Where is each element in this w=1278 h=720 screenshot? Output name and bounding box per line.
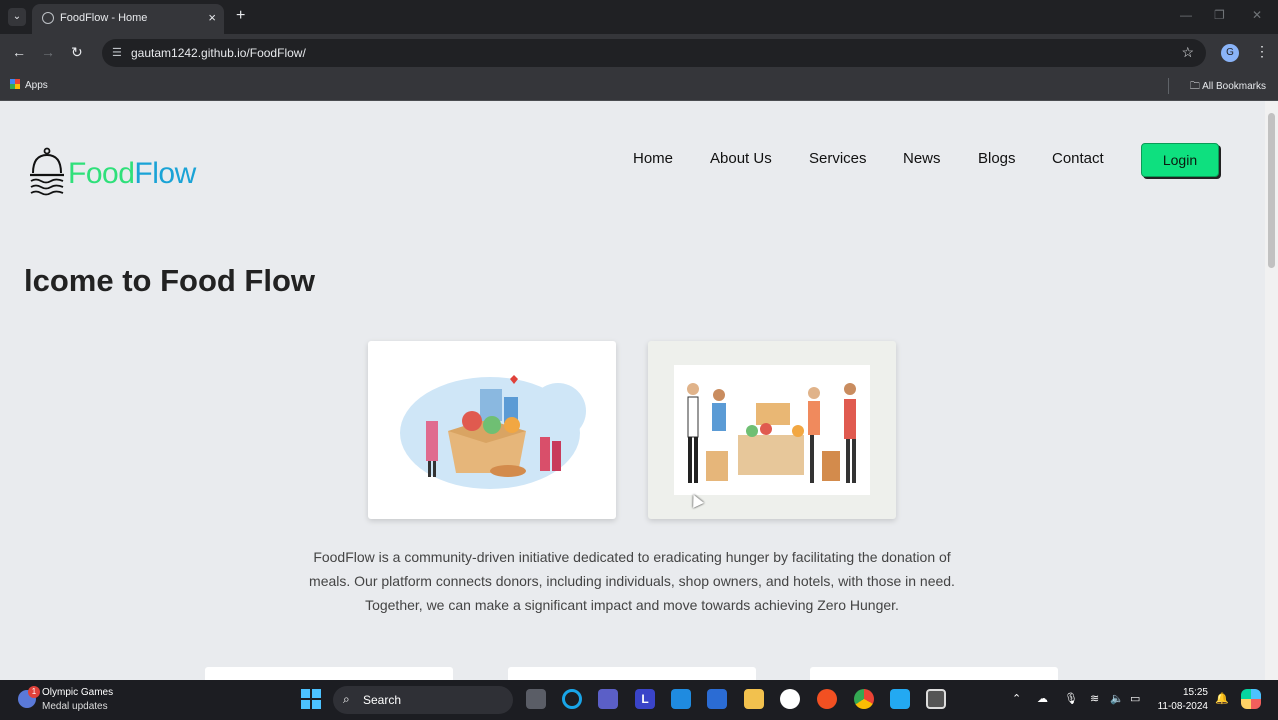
nav-news[interactable]: News [903, 150, 941, 167]
login-button[interactable]: Login [1141, 143, 1219, 177]
nav-contact[interactable]: Contact [1052, 150, 1104, 167]
bookmark-star-icon[interactable]: ☆ [1181, 44, 1194, 61]
clock-time: 15:25 [1182, 687, 1208, 698]
tab-title: FoodFlow - Home [60, 12, 148, 24]
active-tab[interactable]: FoodFlow - Home × [32, 4, 224, 34]
system-clock[interactable]: 15:25 11-08-2024 [1156, 686, 1208, 714]
windows-start-icon[interactable] [301, 689, 321, 709]
search-label: Search [363, 693, 402, 707]
nav-about-us[interactable]: About Us [710, 150, 772, 167]
new-tab-button[interactable]: + [236, 7, 245, 25]
clock-date: 11-08-2024 [1157, 701, 1208, 712]
reload-icon[interactable]: ↻ [71, 44, 83, 61]
news-app-icon[interactable] [707, 689, 727, 709]
task-view-icon[interactable] [526, 689, 546, 709]
news-subtitle: Medal updates [42, 701, 108, 712]
globe-icon [42, 12, 54, 24]
browser-toolbar: ← → ↻ ☰ gautam1242.github.io/FoodFlow/ ☆… [0, 34, 1278, 72]
file-explorer-icon[interactable] [744, 689, 764, 709]
apps-bookmark[interactable]: Apps [10, 79, 48, 91]
web-page: FoodFlow Home About Us Services News Blo… [0, 101, 1265, 680]
site-info-icon[interactable]: ☰ [112, 46, 122, 59]
cortana-icon[interactable] [562, 689, 582, 709]
browser-tab-bar: ⌄ FoodFlow - Home × + — ❐ ✕ [0, 0, 1278, 34]
notification-bell-icon[interactable]: 🔔 [1215, 692, 1229, 705]
taskbar-search[interactable]: ⌕ Search [333, 686, 513, 714]
page-scrollbar[interactable] [1265, 101, 1278, 680]
cloud-icon[interactable]: ☁ [1037, 692, 1048, 705]
notification-badge: 1 [28, 686, 40, 698]
teams-icon[interactable] [598, 689, 618, 709]
donation-box-illustration [400, 375, 586, 489]
apps-grid-icon [10, 79, 20, 89]
copilot-icon[interactable] [1241, 689, 1261, 709]
all-bookmarks-label: All Bookmarks [1202, 81, 1266, 92]
news-title: Olympic Games [42, 687, 114, 698]
nav-blogs[interactable]: Blogs [978, 150, 1016, 167]
apps-label: Apps [25, 80, 48, 91]
nav-services[interactable]: Services [809, 150, 867, 167]
tab-search-button[interactable]: ⌄ [8, 8, 26, 26]
welcome-heading: lcome to Food Flow [24, 263, 316, 298]
chrome-icon[interactable] [854, 689, 874, 709]
nav-home[interactable]: Home [633, 150, 673, 167]
feature-card [508, 667, 756, 680]
feature-card [810, 667, 1058, 680]
logo-food-text: Food [68, 157, 135, 190]
minimize-icon[interactable]: — [1180, 8, 1192, 22]
windows-taskbar: 1 Olympic Games Medal updates ⌕ Search L… [0, 680, 1278, 720]
browser-menu-icon[interactable]: ⋮ [1255, 43, 1269, 60]
site-logo[interactable]: FoodFlow [68, 157, 196, 191]
back-icon[interactable]: ← [12, 44, 26, 60]
volunteers-image-card [648, 341, 896, 519]
snipping-tool-icon[interactable] [926, 689, 946, 709]
feature-card [205, 667, 453, 680]
bookmarks-divider [1168, 78, 1169, 94]
microphone-icon[interactable]: 🎙 [1064, 692, 1078, 705]
volunteers-illustration [674, 365, 870, 495]
battery-icon[interactable]: ▭ [1130, 692, 1140, 705]
scrollbar-thumb[interactable] [1268, 113, 1275, 268]
volume-icon[interactable]: 🔈 [1110, 692, 1124, 705]
intro-paragraph: FoodFlow is a community-driven initiativ… [309, 549, 955, 613]
app-green-icon[interactable] [780, 689, 800, 709]
wifi-icon[interactable]: ≋ [1090, 692, 1099, 705]
restore-icon[interactable]: ❐ [1214, 8, 1225, 22]
store-icon[interactable] [671, 689, 691, 709]
window-close-icon[interactable]: ✕ [1252, 8, 1262, 22]
close-tab-icon[interactable]: × [208, 10, 216, 25]
search-icon: ⌕ [343, 692, 350, 706]
food-bell-icon [30, 147, 64, 196]
app-l-icon[interactable]: L [635, 689, 655, 709]
tray-chevron-icon[interactable]: ⌃ [1012, 692, 1021, 705]
donation-image-card [368, 341, 616, 519]
url-text[interactable]: gautam1242.github.io/FoodFlow/ [131, 46, 306, 60]
all-bookmarks-button[interactable]: 🗀 All Bookmarks [1190, 79, 1266, 96]
vscode-icon[interactable] [890, 689, 910, 709]
profile-avatar[interactable]: G [1221, 44, 1239, 62]
app-orange-icon[interactable] [817, 689, 837, 709]
forward-icon[interactable]: → [41, 44, 55, 60]
address-bar[interactable]: ☰ gautam1242.github.io/FoodFlow/ ☆ [102, 39, 1206, 67]
bookmarks-bar: Apps 🗀 All Bookmarks [0, 72, 1278, 101]
logo-flow-text: Flow [134, 157, 196, 190]
